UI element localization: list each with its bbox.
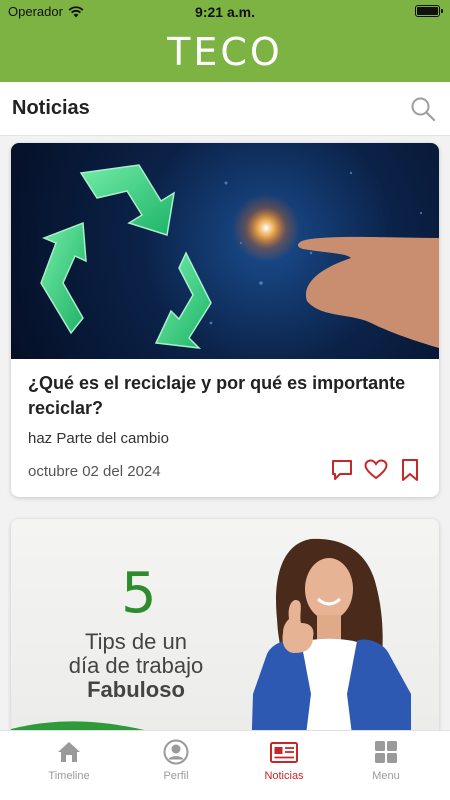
article-date: octubre 02 del 2024 [28, 463, 161, 480]
article-title[interactable]: ¿Qué es el reciclaje y por qué es import… [28, 371, 422, 421]
tab-timeline[interactable]: Timeline [13, 739, 125, 782]
tab-bar: Timeline Perfil Noticias Menu [0, 730, 450, 800]
tab-noticias[interactable]: Noticias [228, 739, 340, 782]
article-subtitle: haz Parte del cambio [28, 430, 169, 447]
status-bar: Operador 9:21 a.m. [0, 0, 450, 24]
section-header: Noticias [0, 82, 450, 136]
woman-illustration [11, 538, 411, 730]
article-footer: octubre 02 del 2024 [28, 453, 422, 493]
status-time: 9:21 a.m. [195, 4, 255, 20]
bookmark-icon[interactable] [398, 457, 422, 483]
home-icon [58, 742, 80, 762]
article-actions [330, 457, 422, 483]
tab-perfil[interactable]: Perfil [120, 739, 232, 782]
grid-icon [375, 741, 397, 763]
news-icon [270, 742, 298, 763]
news-card[interactable]: 5 Tips de un día de trabajo Fabuloso [11, 519, 439, 730]
recycle-illustration [40, 164, 439, 349]
tab-label: Timeline [48, 770, 90, 782]
brand-logo: TECO [167, 30, 283, 74]
app-header: Operador 9:21 a.m. TECO [0, 0, 450, 82]
comment-icon[interactable] [330, 457, 354, 483]
news-feed[interactable]: ¿Qué es el reciclaje y por qué es import… [0, 136, 450, 730]
news-card[interactable]: ¿Qué es el reciclaje y por qué es import… [11, 143, 439, 497]
tab-label: Perfil [163, 770, 189, 782]
tab-label: Menu [372, 770, 400, 782]
tab-menu[interactable]: Menu [330, 739, 442, 782]
promo-image: 5 Tips de un día de trabajo Fabuloso [11, 519, 439, 730]
recycling-image [11, 143, 439, 359]
battery-icon [415, 5, 443, 17]
heart-icon[interactable] [364, 457, 388, 483]
profile-icon [163, 739, 189, 765]
page-title: Noticias [12, 97, 90, 119]
tab-label: Noticias [264, 770, 304, 782]
search-icon[interactable] [410, 96, 436, 122]
